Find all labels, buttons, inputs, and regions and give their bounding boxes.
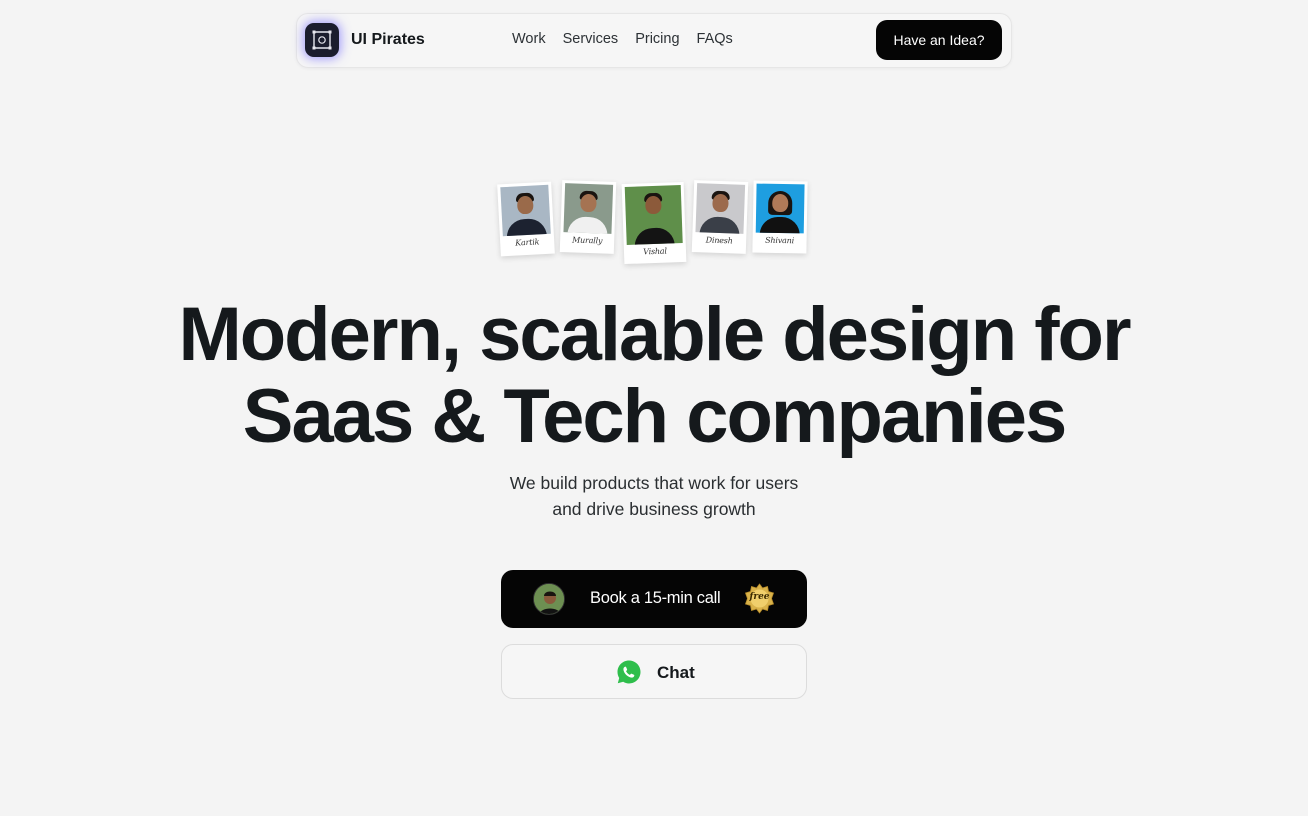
team-member-photo (624, 185, 683, 245)
nav-links: Work Services Pricing FAQs (512, 31, 733, 47)
logo-icon (305, 23, 339, 57)
hero-subtitle-line2: and drive business growth (552, 499, 756, 519)
landing-page: UI Pirates Work Services Pricing FAQs Ha… (0, 0, 1308, 816)
team-member-signature: Shivani (765, 235, 795, 246)
have-an-idea-button[interactable]: Have an Idea? (876, 20, 1002, 60)
brand-name: UI Pirates (351, 31, 425, 48)
team-member-signature: Dinesh (705, 235, 733, 246)
top-navbar: UI Pirates Work Services Pricing FAQs Ha… (296, 13, 1012, 68)
team-member-photo (695, 183, 746, 234)
avatar (533, 583, 565, 615)
nav-link-pricing[interactable]: Pricing (635, 31, 679, 47)
team-member-card: Shivani (752, 180, 808, 254)
team-member-photo (563, 183, 614, 234)
free-badge-label: free (749, 592, 770, 602)
free-badge-icon: free (744, 583, 775, 614)
team-member-photo (755, 183, 805, 234)
team-member-photo (500, 184, 551, 237)
brand[interactable]: UI Pirates (305, 23, 425, 57)
team-member-card: Dinesh (691, 180, 749, 254)
hero-subtitle-line1: We build products that work for users (509, 473, 799, 493)
book-call-label: Book a 15-min call (590, 589, 721, 607)
hero-headline-line1: Modern, scalable design for (178, 292, 1131, 377)
nav-link-faqs[interactable]: FAQs (697, 31, 733, 47)
team-member-card: Murally (559, 180, 617, 254)
team-member-card: Kartik (497, 181, 555, 257)
chat-label: Chat (657, 663, 695, 682)
team-member-signature: Kartik (515, 237, 540, 248)
book-call-button[interactable]: Book a 15-min call free (501, 570, 807, 628)
nav-link-services[interactable]: Services (563, 31, 619, 47)
team-member-signature: Vishal (643, 246, 667, 257)
hero-headline-line2: Saas & Tech companies (242, 374, 1068, 459)
whatsapp-icon (616, 659, 642, 685)
chat-button[interactable]: Chat (501, 644, 807, 699)
nav-link-work[interactable]: Work (512, 31, 546, 47)
team-member-card: Vishal (621, 181, 687, 265)
team-member-signature: Murally (571, 235, 603, 246)
